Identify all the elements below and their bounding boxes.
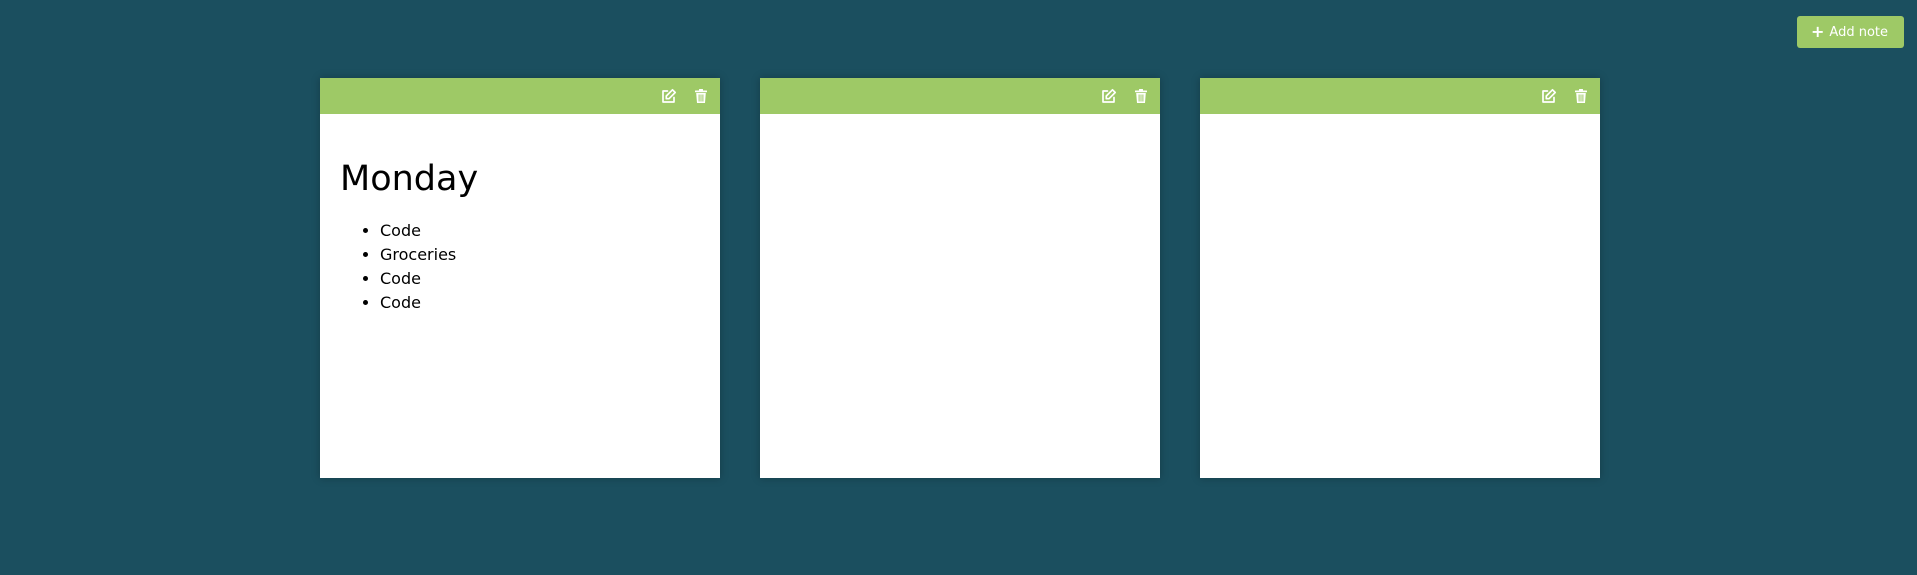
edit-button[interactable] bbox=[1540, 87, 1558, 105]
note-toolbar bbox=[760, 78, 1160, 114]
trash-icon bbox=[1575, 89, 1587, 103]
delete-button[interactable] bbox=[1132, 87, 1150, 105]
edit-button[interactable] bbox=[660, 87, 678, 105]
note-content[interactable] bbox=[1200, 114, 1600, 134]
note-card bbox=[760, 78, 1160, 478]
trash-icon bbox=[695, 89, 707, 103]
note-title: Monday bbox=[340, 159, 479, 199]
edit-icon bbox=[662, 88, 677, 103]
delete-button[interactable] bbox=[1572, 87, 1590, 105]
note-toolbar bbox=[1200, 78, 1600, 114]
edit-icon bbox=[1102, 88, 1117, 103]
list-item: Groceries bbox=[380, 243, 700, 267]
add-note-button[interactable]: + Add note bbox=[1797, 16, 1904, 48]
note-content[interactable] bbox=[760, 114, 1160, 134]
list-item: Code bbox=[380, 219, 700, 243]
list-item: Code bbox=[380, 267, 700, 291]
note-list: Code Groceries Code Code bbox=[340, 219, 700, 315]
plus-icon: + bbox=[1811, 22, 1825, 41]
note-toolbar bbox=[320, 78, 720, 114]
note-card bbox=[1200, 78, 1600, 478]
edit-icon bbox=[1542, 88, 1557, 103]
trash-icon bbox=[1135, 89, 1147, 103]
notes-container: Monday Code Groceries Code Code bbox=[320, 78, 1600, 478]
list-item: Code bbox=[380, 291, 700, 315]
add-note-label: Add note bbox=[1829, 24, 1888, 40]
note-content[interactable]: Monday Code Groceries Code Code bbox=[320, 114, 720, 325]
delete-button[interactable] bbox=[692, 87, 710, 105]
edit-button[interactable] bbox=[1100, 87, 1118, 105]
note-card: Monday Code Groceries Code Code bbox=[320, 78, 720, 478]
